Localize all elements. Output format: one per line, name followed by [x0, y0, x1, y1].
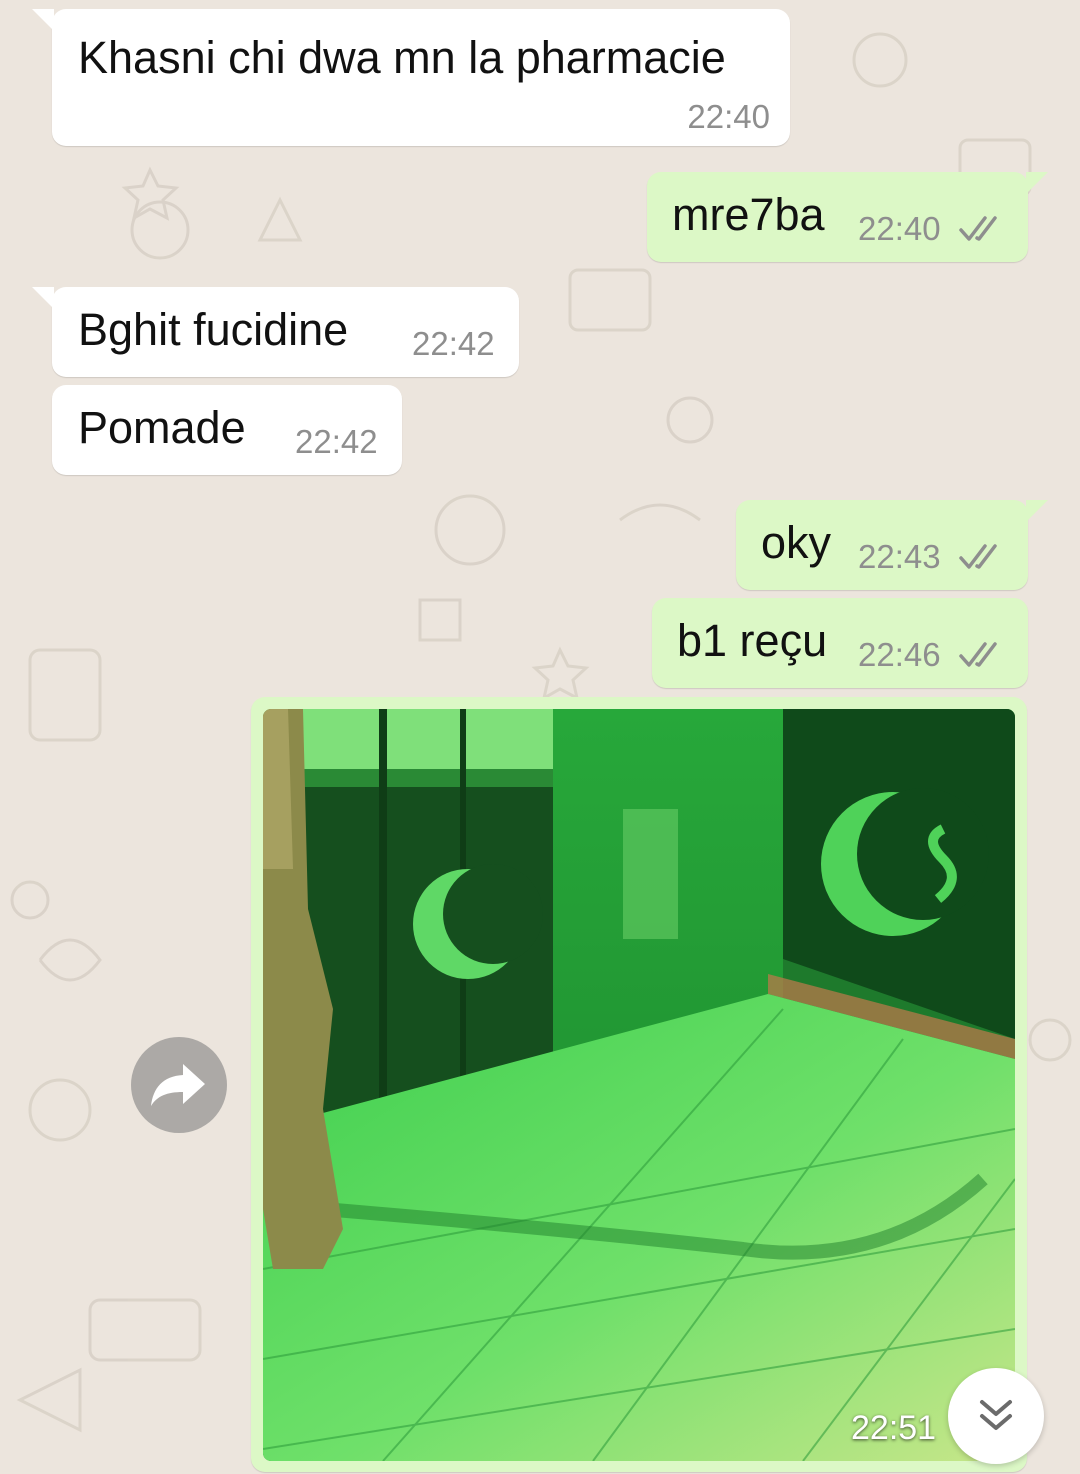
incoming-message[interactable]: Khasni chi dwa mn la pharmacie 22:40 — [32, 9, 790, 146]
forward-icon — [151, 1064, 205, 1106]
message-time: 22:43 — [858, 538, 941, 575]
message-time: 22:51 — [851, 1409, 937, 1447]
outgoing-message[interactable]: mre7ba 22:40 — [647, 172, 1048, 262]
message-text: Bghit fucidine — [78, 304, 349, 355]
message-text: Pomade — [78, 402, 246, 453]
message-text: b1 reçu — [677, 615, 828, 666]
message-text: Khasni chi dwa mn la pharmacie — [78, 32, 726, 83]
incoming-message[interactable]: Pomade 22:42 — [52, 385, 402, 475]
message-time: 22:42 — [412, 325, 495, 362]
message-time: 22:46 — [858, 636, 941, 673]
message-text: mre7ba — [672, 189, 825, 240]
double-check-icon — [959, 544, 997, 569]
message-time: 22:40 — [858, 210, 941, 247]
double-check-icon — [959, 642, 997, 667]
photo-thumbnail[interactable] — [263, 709, 1015, 1461]
outgoing-message[interactable]: oky 22:43 — [736, 500, 1048, 590]
scroll-to-bottom-button[interactable] — [948, 1368, 1044, 1464]
double-check-icon — [959, 216, 997, 241]
message-text: oky — [761, 517, 832, 568]
outgoing-message[interactable]: b1 reçu 22:46 — [652, 598, 1028, 688]
message-time: 22:42 — [295, 423, 378, 460]
forward-button[interactable] — [131, 1037, 227, 1133]
incoming-message[interactable]: Bghit fucidine 22:42 — [32, 287, 519, 377]
outgoing-image-message[interactable]: 22:51 — [251, 697, 1027, 1472]
double-chevron-down-icon — [980, 1400, 1012, 1430]
message-time: 22:40 — [687, 98, 770, 135]
